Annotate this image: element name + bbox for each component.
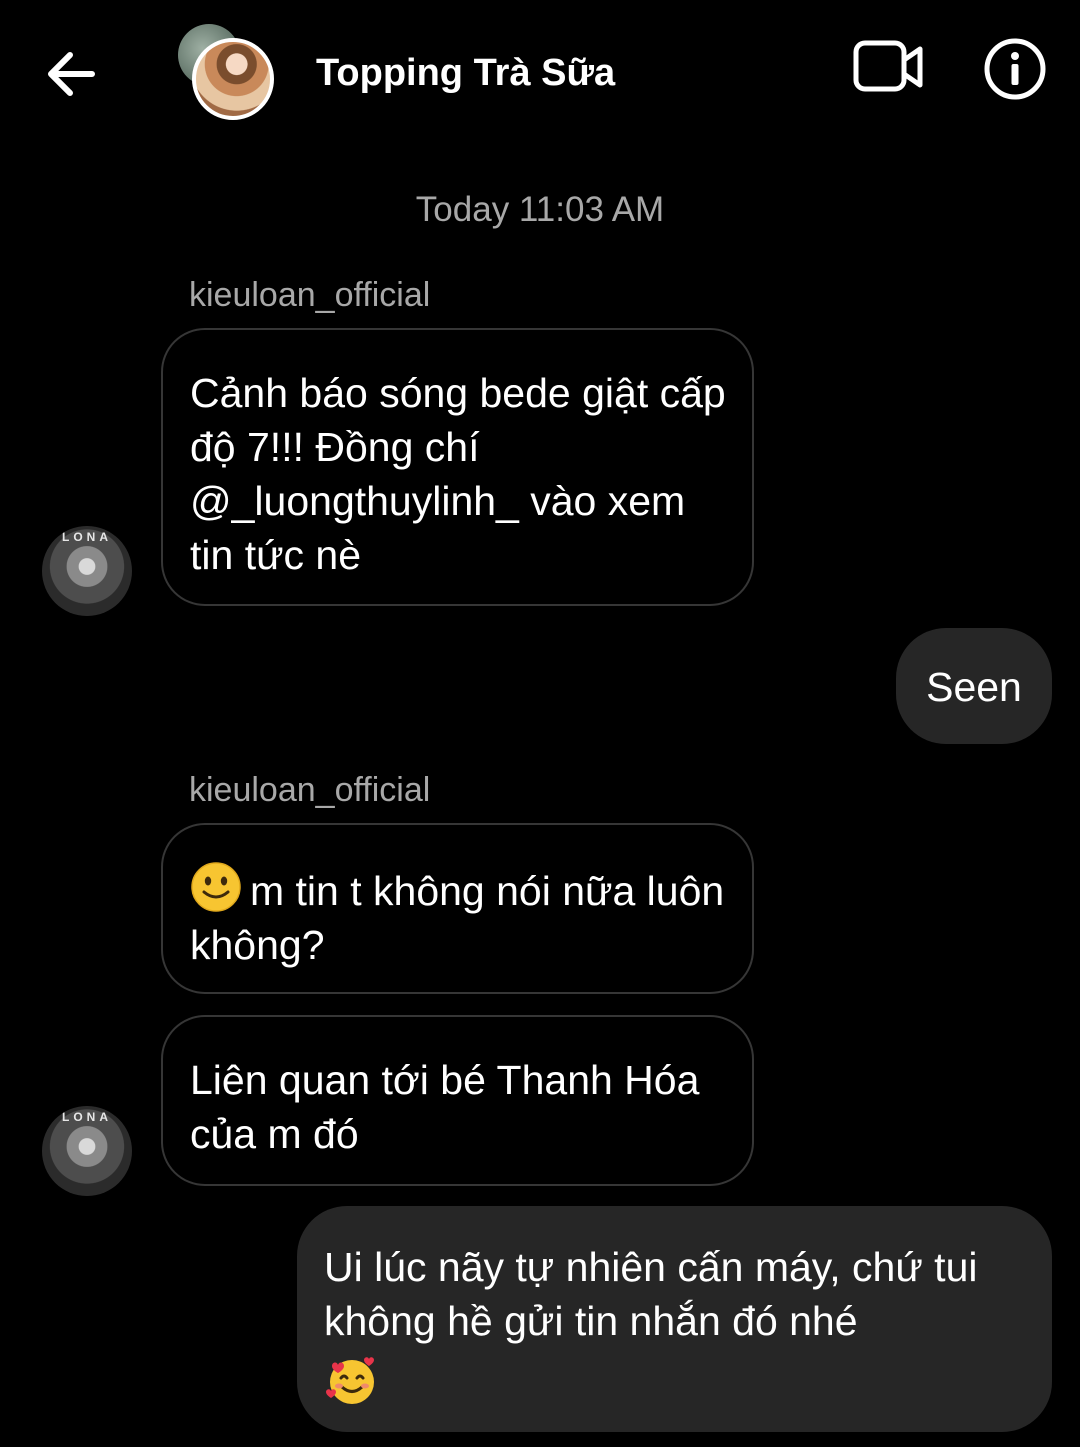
sender-avatar[interactable]: LONA (42, 526, 132, 616)
outgoing-message-bubble[interactable]: Seen (896, 628, 1052, 744)
message-timestamp: Today 11:03 AM (415, 190, 665, 229)
message-text: Cảnh báo sóng bede giật cấp độ 7!!! Đồng… (190, 370, 726, 578)
message-text: m tin t không nói nữa luôn không? (190, 868, 725, 968)
back-button[interactable] (40, 42, 104, 106)
message-text: Liên quan tới bé Thanh Hóa của m đó (190, 1057, 700, 1157)
outgoing-message-bubble[interactable]: Ui lúc nãy tự nhiên cấn máy, chứ tui khô… (297, 1206, 1052, 1432)
message-text: Seen (926, 664, 1022, 710)
sender-name: kieuloan_official (189, 771, 431, 809)
sender-avatar[interactable]: LONA (42, 1106, 132, 1196)
message-text: Ui lúc nãy tự nhiên cấn máy, chứ tui khô… (324, 1244, 978, 1344)
chat-title[interactable]: Topping Trà Sữa (316, 52, 615, 95)
group-avatar[interactable] (178, 24, 278, 124)
incoming-message-bubble[interactable]: m tin t không nói nữa luôn không? (161, 823, 754, 994)
arrow-left-icon (48, 52, 95, 96)
chat-header: Topping Trà Sữa (0, 0, 1080, 150)
smiling-face-with-hearts-icon (326, 1357, 374, 1404)
avatar-lona-text: LONA (62, 1110, 112, 1124)
sender-name: kieuloan_official (189, 276, 431, 314)
info-icon (984, 38, 1046, 100)
avatar-lona-text: LONA (62, 530, 112, 544)
dm-thread-screen: Topping Trà Sữa Today 11:03 AM kieuloan_… (0, 0, 1080, 1447)
video-camera-icon (853, 40, 923, 92)
info-button[interactable] (982, 36, 1048, 102)
video-call-button[interactable] (852, 38, 926, 96)
group-avatar-member-front (192, 38, 274, 120)
incoming-message-bubble[interactable]: Liên quan tới bé Thanh Hóa của m đó (161, 1015, 754, 1186)
slightly-smiling-face-icon (191, 862, 241, 912)
incoming-message-bubble[interactable]: Cảnh báo sóng bede giật cấp độ 7!!! Đồng… (161, 328, 754, 606)
